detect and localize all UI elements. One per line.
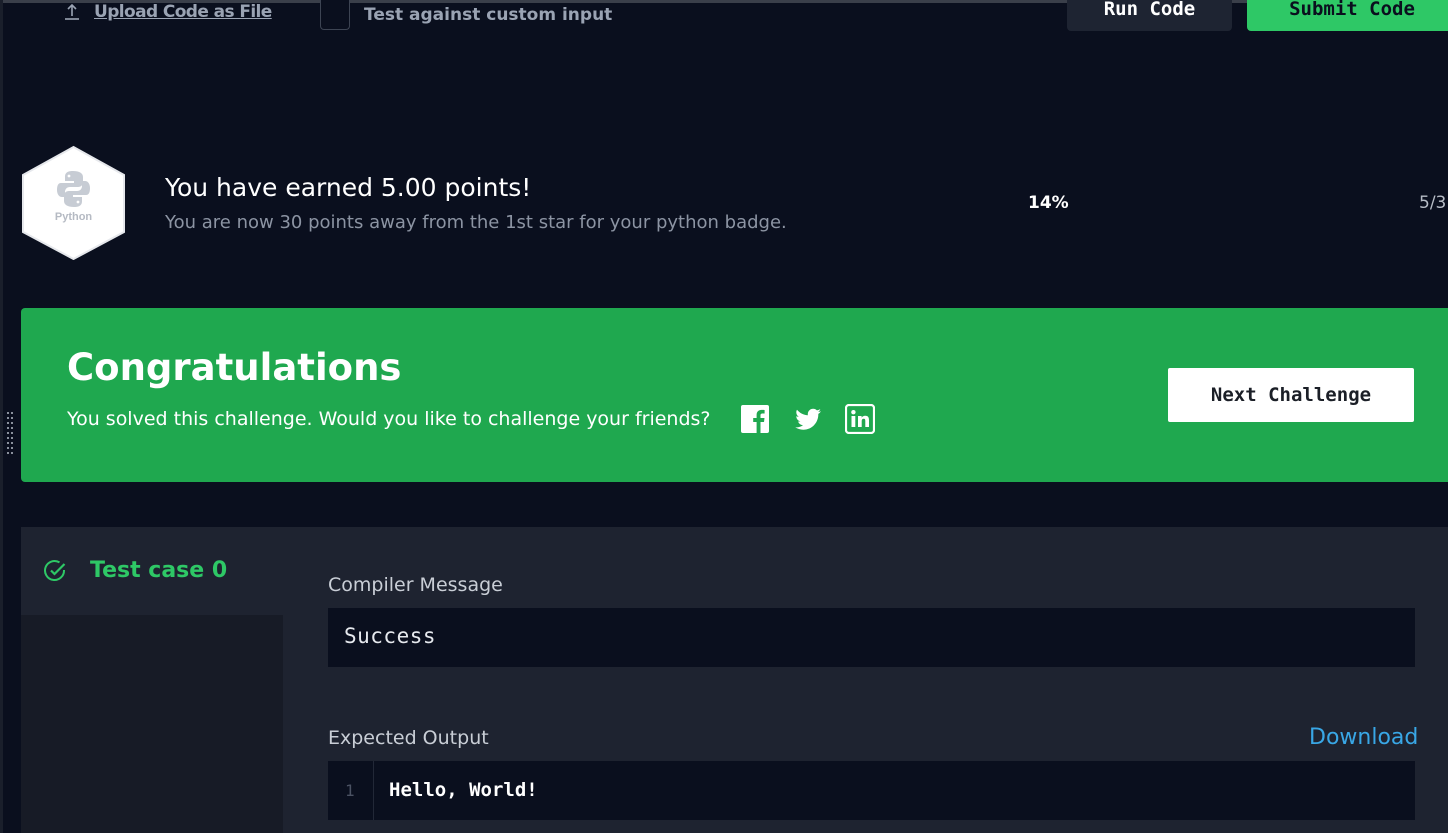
- badge-label: Python: [55, 211, 93, 223]
- line-number-gutter: 1: [328, 761, 374, 820]
- expected-output-text: Hello, World!: [389, 779, 538, 801]
- congratulations-title: Congratulations: [67, 346, 402, 389]
- submit-code-button[interactable]: Submit Code: [1247, 0, 1448, 31]
- facebook-icon[interactable]: [740, 404, 770, 434]
- twitter-icon[interactable]: [793, 404, 823, 434]
- check-circle-icon: [44, 559, 66, 581]
- expected-output-box: 1 Hello, World!: [328, 761, 1415, 820]
- run-code-button[interactable]: Run Code: [1067, 0, 1232, 31]
- custom-input-toggle[interactable]: Test against custom input: [320, 0, 612, 30]
- compiler-message-text: Success: [344, 624, 437, 648]
- upload-code-label[interactable]: Upload Code as File: [94, 2, 272, 22]
- resize-handle-icon[interactable]: [5, 411, 17, 457]
- points-earned-subtitle: You are now 30 points away from the 1st …: [165, 212, 787, 233]
- expected-output-label: Expected Output: [328, 727, 489, 749]
- test-case-list: [21, 615, 283, 833]
- custom-input-checkbox[interactable]: [320, 0, 350, 30]
- download-link[interactable]: Download: [1309, 725, 1418, 750]
- badge-progress-percent: 14%: [1028, 193, 1069, 213]
- window-left-border: [0, 0, 3, 833]
- upload-icon: [65, 3, 79, 20]
- custom-input-label[interactable]: Test against custom input: [364, 5, 612, 25]
- badge-progress-count: 5/3: [1419, 193, 1447, 213]
- compiler-message-box: Success: [328, 608, 1415, 667]
- next-challenge-button[interactable]: Next Challenge: [1168, 368, 1414, 422]
- upload-code-link[interactable]: Upload Code as File: [62, 0, 272, 24]
- congratulations-banner: Congratulations You solved this challeng…: [21, 308, 1448, 482]
- python-badge: Python: [22, 145, 125, 260]
- compiler-message-label: Compiler Message: [328, 574, 503, 596]
- congratulations-message: You solved this challenge. Would you lik…: [67, 408, 711, 430]
- line-number: 1: [345, 781, 355, 800]
- test-case-label[interactable]: Test case 0: [90, 558, 227, 583]
- points-earned-title: You have earned 5.00 points!: [165, 173, 532, 202]
- linkedin-icon[interactable]: [845, 404, 875, 434]
